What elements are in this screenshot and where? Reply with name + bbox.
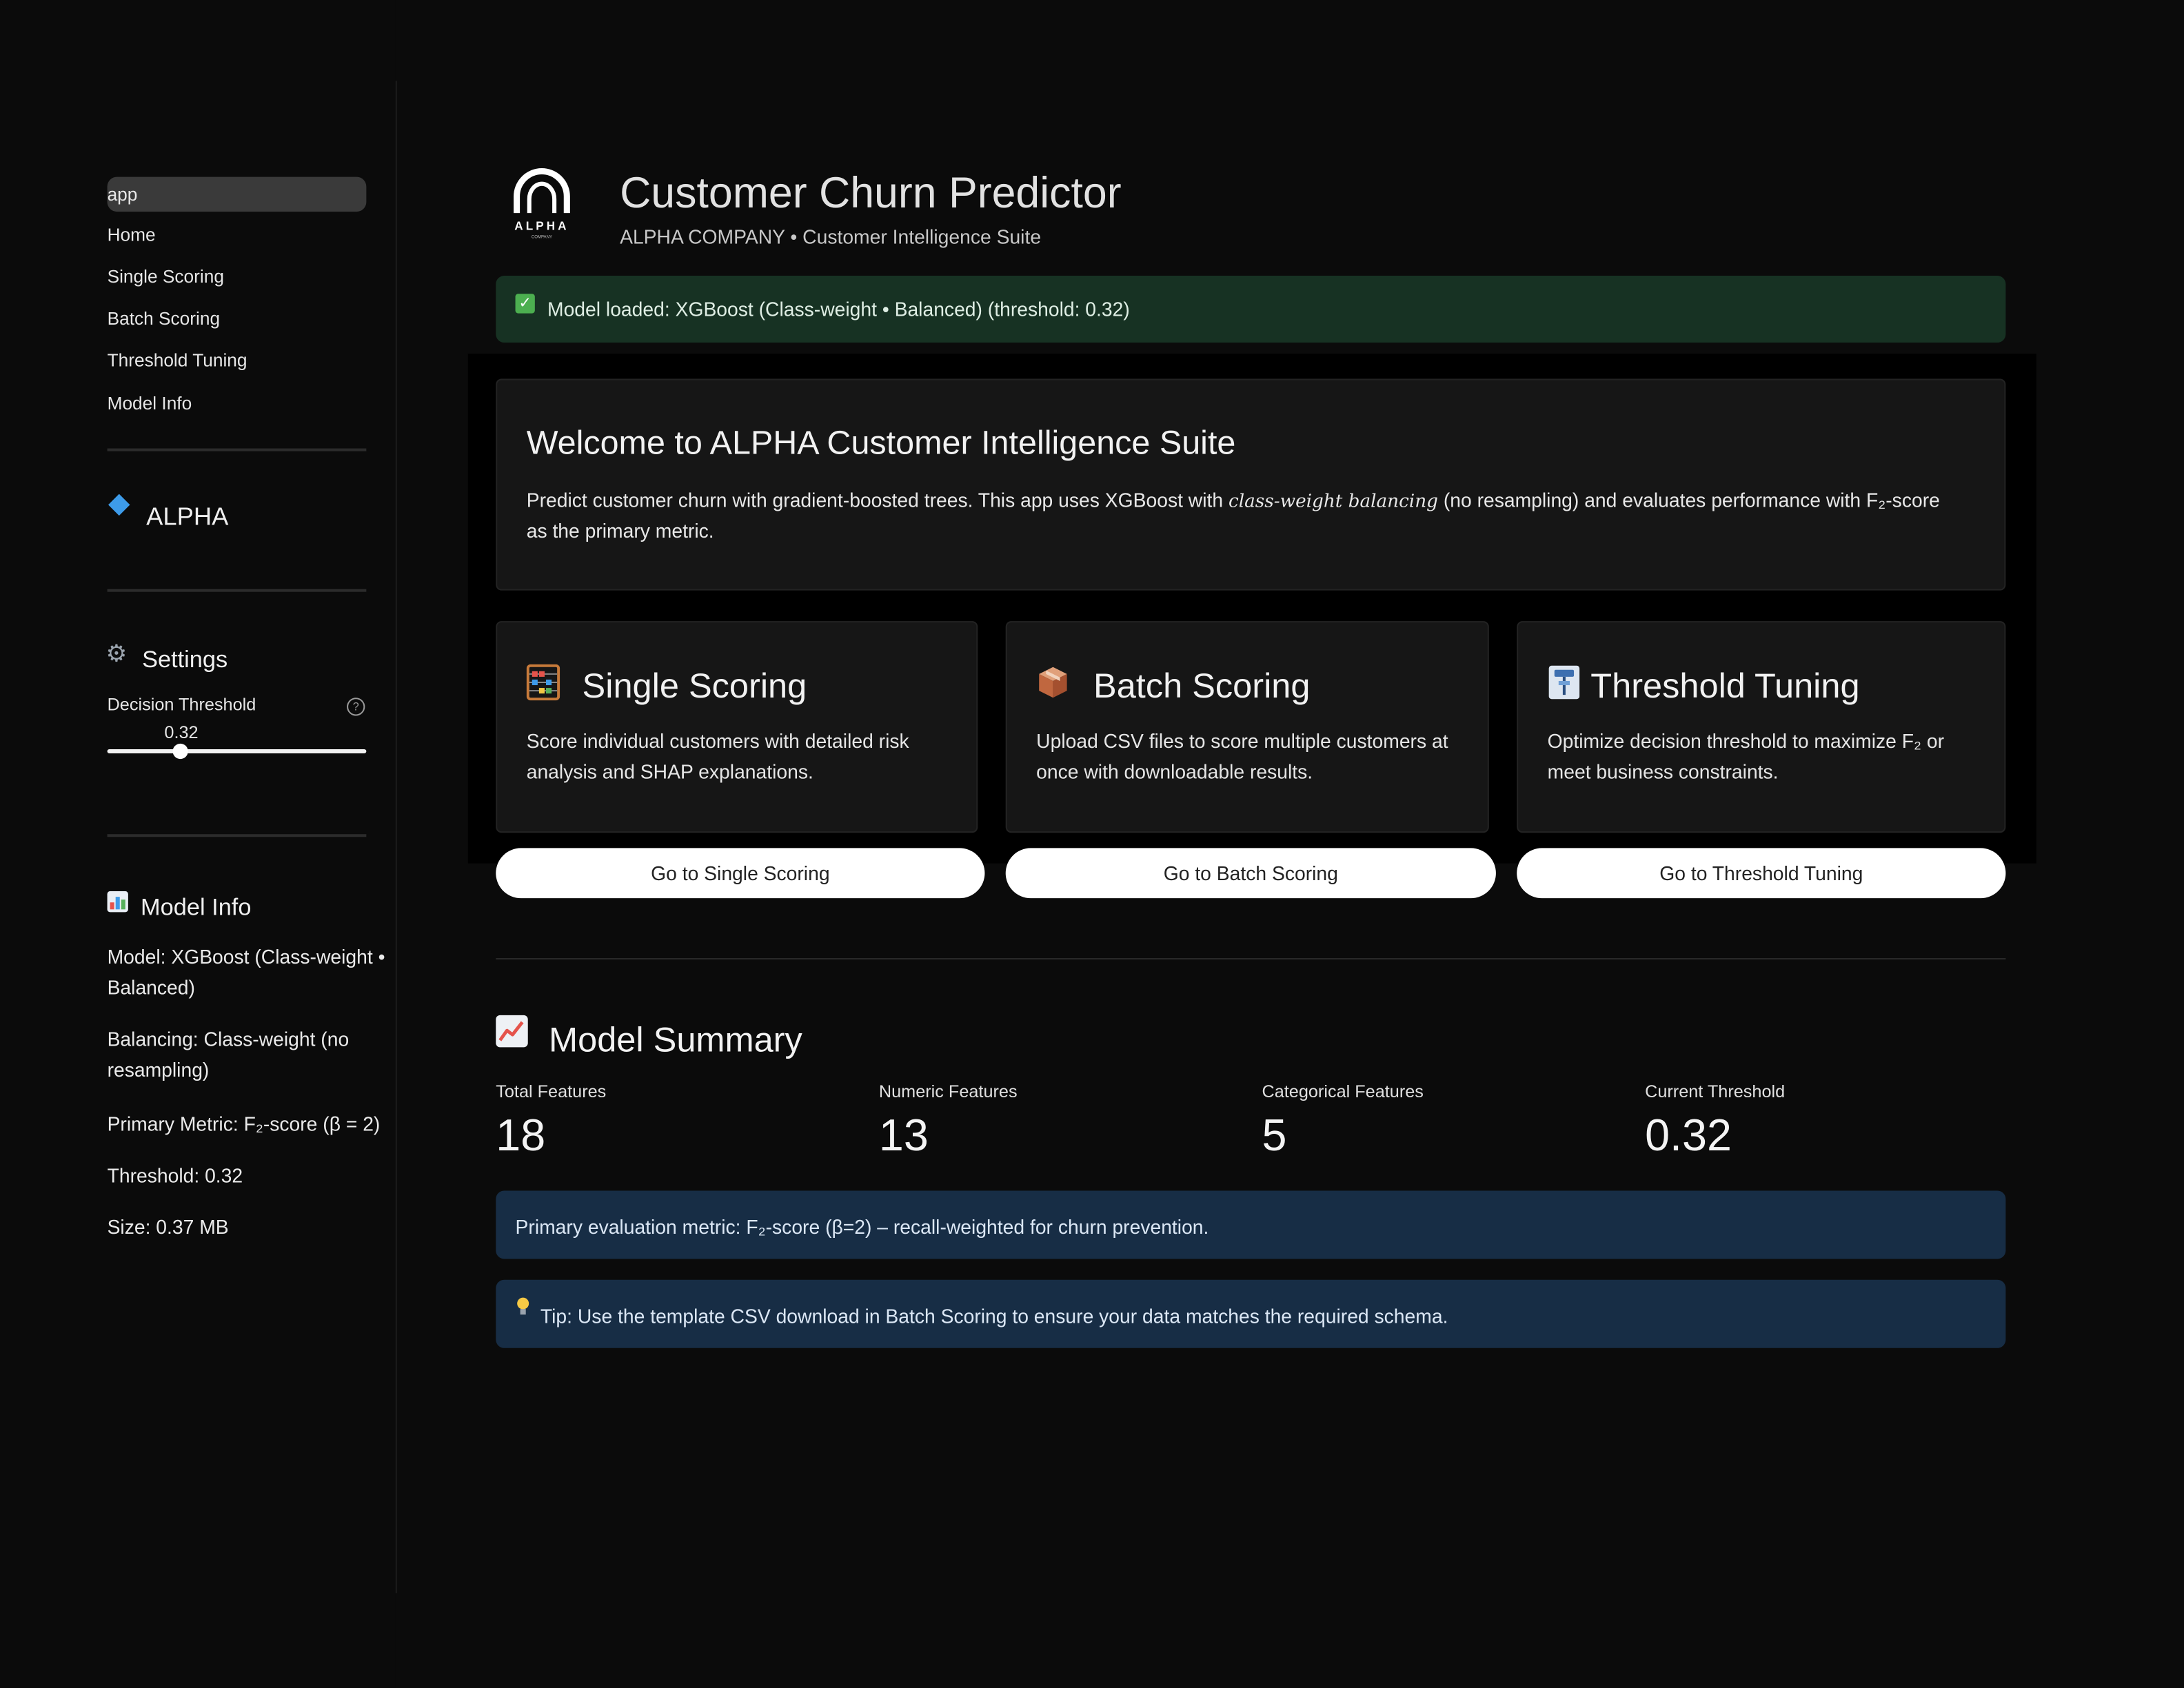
nav-item-single-scoring[interactable]: Single Scoring [108,266,224,287]
pushpin-icon [1548,665,1580,700]
welcome-body-text: Predict customer churn with gradient-boo… [526,489,1228,511]
sidebar: app Home Single Scoring Batch Scoring Th… [0,0,396,1688]
primary-metric-info-text: Primary evaluation metric: F₂-score (β=2… [515,1215,1209,1239]
threshold-slider-handle[interactable] [172,743,188,760]
batch-scoring-description: Upload CSV files to score multiple custo… [1036,729,1448,783]
single-scoring-title: Single Scoring [582,667,807,706]
lightbulb-icon [517,1297,529,1315]
tip-text: Tip: Use the template CSV download in Ba… [540,1305,1448,1328]
model-info-metric: Primary Metric: F₂-score (β = 2) [107,1112,381,1135]
nav-item-model-info[interactable]: Model Info [108,393,192,414]
model-info-threshold: Threshold: 0.32 [107,1164,243,1187]
gear-icon: ⚙ [105,640,128,667]
logo-subtext: COMPANY [532,235,552,239]
single-scoring-card: Single Scoring Score individual customer… [496,621,978,833]
nav-current-page[interactable]: app [107,176,367,212]
threshold-label: Decision Threshold [107,695,256,715]
model-info-heading: Model Info [141,894,252,921]
welcome-body: Predict customer churn with gradient-boo… [527,486,1961,546]
metric-value-numeric-features: 13 [878,1110,929,1160]
sidebar-divider [107,589,367,592]
batch-scoring-card: Batch Scoring Upload CSV files to score … [1005,621,1489,833]
nav-item-threshold-tuning[interactable]: Threshold Tuning [108,349,247,370]
check-icon: ✓ [515,294,535,314]
threshold-slider-track[interactable] [107,749,367,754]
settings-heading: Settings [142,646,228,673]
help-icon[interactable]: ? [347,698,365,716]
sidebar-border [395,81,397,1594]
sidebar-brand: ALPHA [146,502,229,531]
metric-value-total-features: 18 [496,1110,546,1160]
metric-label-total-features: Total Features [496,1081,607,1102]
batch-scoring-title: Batch Scoring [1093,667,1311,706]
alpha-logo: ALPHA COMPANY [514,168,570,239]
model-loaded-text: Model loaded: XGBoost (Class-weight • Ba… [547,298,1130,321]
metric-label-current-threshold: Current Threshold [1645,1081,1786,1102]
go-to-single-scoring-button[interactable]: Go to Single Scoring [496,848,985,899]
model-summary-title: Model Summary [549,1020,802,1060]
model-info-model: Model: XGBoost (Class-weight • Balanced) [107,945,385,999]
page-subtitle: ALPHA COMPANY • Customer Intelligence Su… [620,225,1042,248]
go-to-batch-scoring-button[interactable]: Go to Batch Scoring [1005,848,1496,899]
metric-value-categorical-features: 5 [1262,1110,1287,1160]
primary-metric-info-alert: Primary evaluation metric: F₂-score (β=2… [496,1190,2006,1259]
bar-chart-icon [107,891,128,913]
logo-text: ALPHA [514,218,569,232]
metric-label-categorical-features: Categorical Features [1262,1081,1424,1102]
nav-item-home[interactable]: Home [108,224,156,245]
sidebar-divider [107,834,367,837]
threshold-slider-value: 0.32 [164,722,199,742]
model-info-size: Size: 0.37 MB [107,1215,229,1239]
welcome-title: Welcome to ALPHA Customer Intelligence S… [526,425,1236,462]
threshold-tuning-card: Threshold Tuning Optimize decision thres… [1517,621,2006,833]
app-root: app Home Single Scoring Batch Scoring Th… [0,0,2184,1688]
model-info-balancing: Balancing: Class-weight (no resampling) [107,1028,350,1081]
abacus-icon [526,664,560,701]
metric-value-current-threshold: 0.32 [1645,1110,1732,1160]
tip-alert: Tip: Use the template CSV download in Ba… [496,1279,2006,1348]
package-icon [1039,667,1067,698]
welcome-card: Welcome to ALPHA Customer Intelligence S… [496,378,2006,591]
metric-label-numeric-features: Numeric Features [878,1081,1018,1102]
diamond-icon [108,494,130,516]
model-loaded-alert: ✓ Model loaded: XGBoost (Class-weight • … [496,276,2006,343]
threshold-tuning-description: Optimize decision threshold to maximize … [1547,729,1945,783]
go-to-threshold-tuning-button[interactable]: Go to Threshold Tuning [1517,848,2006,899]
single-scoring-description: Score individual customers with detailed… [526,729,909,783]
threshold-tuning-title: Threshold Tuning [1590,667,1860,706]
chart-increasing-icon [496,1015,528,1048]
section-divider [496,958,2006,960]
sidebar-divider [107,448,367,451]
welcome-body-emphasis: class-weight balancing [1228,491,1438,513]
page-title: Customer Churn Predictor [620,168,1122,218]
nav-item-batch-scoring[interactable]: Batch Scoring [108,308,221,329]
